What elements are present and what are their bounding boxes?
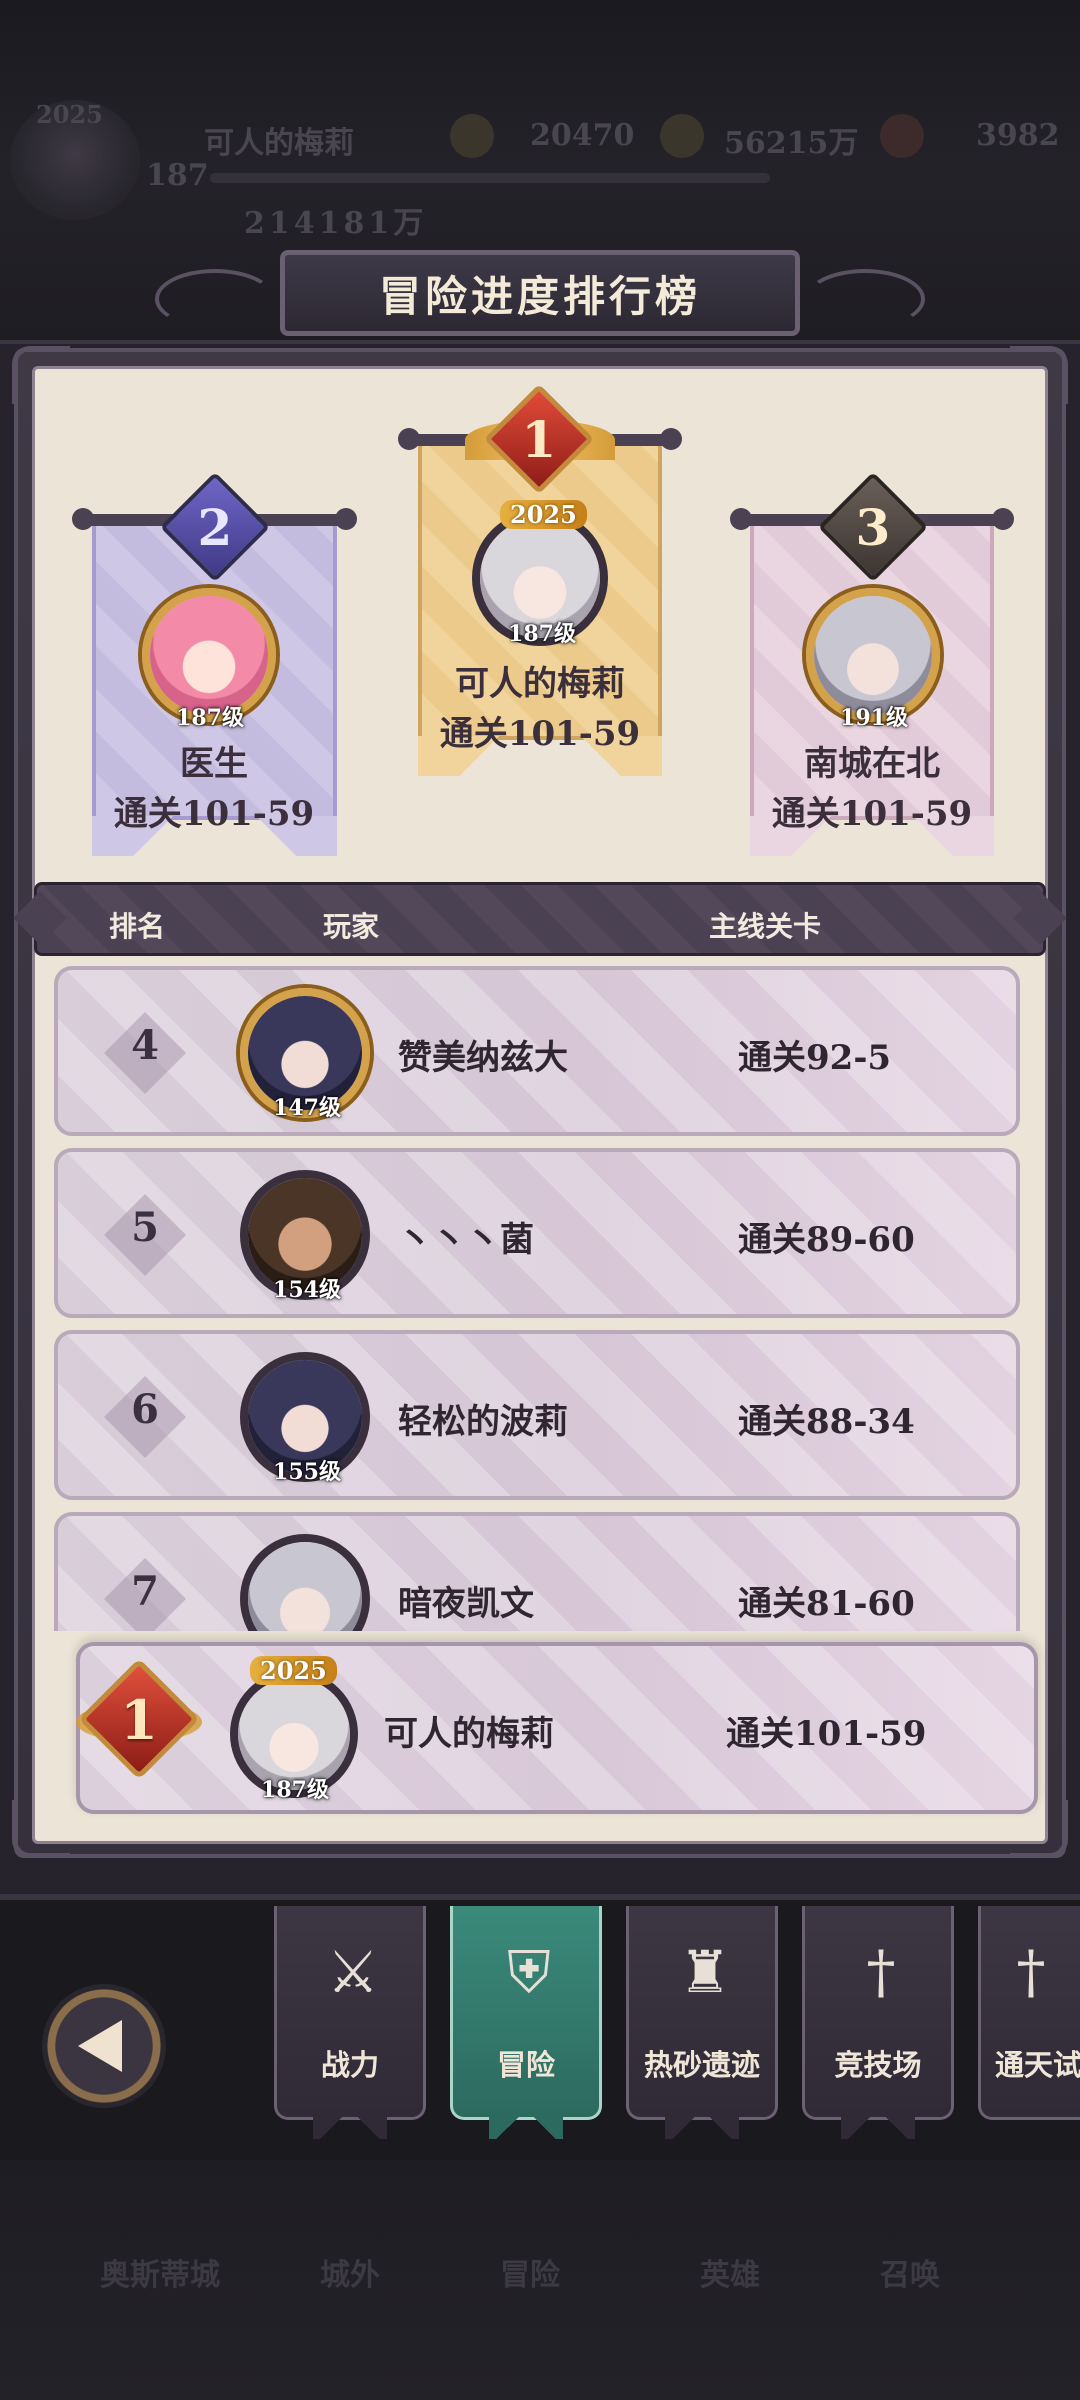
player-level: 154级 xyxy=(273,1277,341,1303)
hud-currency-3: 3982 xyxy=(976,118,1060,153)
list-item[interactable]: 6 155级 轻松的波莉 通关88-34 xyxy=(54,1330,1020,1500)
hud-currency-2: 56215万 xyxy=(724,126,859,161)
player-stage: 通关88-34 xyxy=(738,1402,915,1442)
avatar-portrait xyxy=(814,596,932,714)
podium-3-name: 南城在北 xyxy=(804,744,940,784)
back-button[interactable] xyxy=(42,1984,166,2108)
hud-year-badge: 2025 xyxy=(36,100,103,129)
tab-label: 通天试 xyxy=(995,2048,1080,2082)
avatar-portrait xyxy=(150,596,268,714)
bg-nav-label: 召唤 xyxy=(880,2258,940,2293)
self-level: 187级 xyxy=(261,1777,329,1803)
player-avatar[interactable] xyxy=(240,1534,370,1631)
gem-icon xyxy=(880,114,924,158)
back-arrow-icon xyxy=(78,2020,122,2072)
sword-spire-icon: † xyxy=(1016,1938,1046,2006)
rank-cell: 7 xyxy=(98,1552,188,1631)
list-item[interactable]: 5 154级 丶丶丶菌 通关89-60 xyxy=(54,1148,1020,1318)
column-stage: 主线关卡 xyxy=(709,910,822,943)
self-rank-badge: 1 xyxy=(76,1658,202,1788)
player-name: 赞美纳兹大 xyxy=(398,1038,568,1078)
hud-exp-bar xyxy=(210,173,770,183)
list-item[interactable]: 4 147级 赞美纳兹大 通关92-5 xyxy=(54,966,1020,1136)
player-stage: 通关92-5 xyxy=(738,1038,892,1078)
player-level: 155级 xyxy=(273,1459,341,1485)
rank-number: 7 xyxy=(131,1568,159,1615)
page-title: 冒险进度排行榜 xyxy=(378,271,701,321)
shield-sword-icon: ⛨ xyxy=(507,1938,551,2006)
tab-adventure[interactable]: ⛨ 冒险 xyxy=(450,1906,602,2139)
self-rank-number: 1 xyxy=(120,1688,158,1752)
list-item[interactable]: 7 暗夜凯文 通关81-60 xyxy=(54,1512,1020,1631)
frame-corner-ornament xyxy=(12,1800,70,1858)
title-ornament-left xyxy=(155,269,275,329)
title-ornament-right xyxy=(805,269,925,329)
tab-arena[interactable]: † 竞技场 xyxy=(802,1906,954,2139)
self-name: 可人的梅莉 xyxy=(384,1714,554,1754)
ranking-list[interactable]: 4 147级 赞美纳兹大 通关92-5 5 154级 丶丶丶菌 通关89-60 … xyxy=(40,966,1040,1631)
hud-player-name: 可人的梅莉 xyxy=(204,126,354,161)
player-name: 丶丶丶菌 xyxy=(398,1220,534,1260)
bg-nav-label: 英雄 xyxy=(700,2258,760,2293)
player-stage: 通关81-60 xyxy=(738,1584,915,1624)
column-header: 排名 玩家 主线关卡 xyxy=(34,882,1046,956)
rank-number: 4 xyxy=(131,1022,159,1069)
podium-2-stage: 通关101-59 xyxy=(113,794,315,834)
podium-2-level: 187级 xyxy=(176,705,244,731)
tab-label: 竞技场 xyxy=(834,2048,922,2082)
frame-corner-ornament xyxy=(12,346,70,404)
bg-nav-label: 冒险 xyxy=(500,2258,560,2293)
podium-1-name: 可人的梅莉 xyxy=(455,664,625,704)
rank-number: 6 xyxy=(131,1386,159,1433)
tab-label: 冒险 xyxy=(496,2048,555,2082)
avatar-portrait xyxy=(248,1542,362,1631)
self-rank-row[interactable]: 2025 187级 可人的梅莉 通关101-59 xyxy=(76,1642,1038,1814)
hud-currency-1: 20470 xyxy=(530,118,635,153)
tower-icon: ♜ xyxy=(679,1938,731,2006)
rank-cell: 6 xyxy=(98,1370,188,1460)
crossed-swords-icon: ⚔ xyxy=(327,1938,379,2006)
player-stage: 通关89-60 xyxy=(738,1220,915,1260)
rank-cell: 5 xyxy=(98,1188,188,1278)
tab-sand-ruins[interactable]: ♜ 热砂遗迹 xyxy=(626,1906,778,2139)
tab-label: 热砂遗迹 xyxy=(643,2048,760,2082)
title-plate: 冒险进度排行榜 xyxy=(155,250,925,336)
gold-coin-icon xyxy=(450,114,494,158)
rank-cell: 4 xyxy=(98,1006,188,1096)
tab-power[interactable]: ⚔ 战力 xyxy=(274,1906,426,2139)
column-player: 玩家 xyxy=(323,910,380,943)
podium-1-year-badge: 2025 xyxy=(500,500,587,529)
podium-1-level: 187级 xyxy=(508,621,576,647)
podium-1-stage: 通关101-59 xyxy=(439,714,641,754)
hud-level: 187 xyxy=(146,158,209,193)
bg-nav-label: 奥斯蒂城 xyxy=(100,2258,220,2293)
tab-sky-trial[interactable]: † 通天试 xyxy=(978,1906,1080,2120)
podium-3-stage: 通关101-59 xyxy=(771,794,973,834)
rank-number: 5 xyxy=(131,1204,159,1251)
self-stage: 通关101-59 xyxy=(726,1714,927,1754)
frame-corner-ornament xyxy=(1010,346,1068,404)
player-name: 暗夜凯文 xyxy=(398,1584,534,1624)
hud-power: 214181万 xyxy=(244,206,428,241)
coin-icon xyxy=(660,114,704,158)
column-rank: 排名 xyxy=(109,910,166,943)
self-year-badge: 2025 xyxy=(250,1656,337,1685)
podium-2-name: 医生 xyxy=(180,744,248,784)
tab-label: 战力 xyxy=(320,2048,379,2082)
rank-2-number: 2 xyxy=(197,497,233,557)
sword-pedestal-icon: † xyxy=(866,1938,896,2006)
bg-nav-label: 城外 xyxy=(320,2258,380,2293)
player-name: 轻松的波莉 xyxy=(398,1402,568,1442)
player-level: 147级 xyxy=(273,1095,341,1121)
podium-3-level: 191级 xyxy=(840,705,908,731)
rank-3-number: 3 xyxy=(855,497,891,557)
rank-1-number: 1 xyxy=(521,409,557,469)
